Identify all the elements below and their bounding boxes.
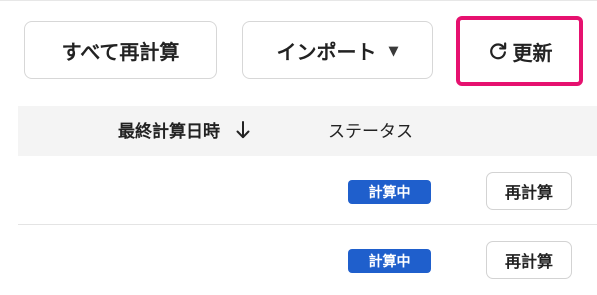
status-badge: 計算中 (348, 249, 431, 273)
recalculate-button[interactable]: 再計算 (486, 172, 572, 210)
top-divider (0, 0, 597, 1)
column-header-last-calculated-label: 最終計算日時 (118, 122, 220, 142)
recalculate-all-label: すべて再計算 (61, 39, 180, 64)
refresh-icon (489, 42, 506, 60)
caret-down-icon: ▼ (388, 43, 399, 59)
import-label: インポート (276, 39, 377, 64)
table-row: 計算中 再計算 (18, 156, 597, 225)
table-header: 最終計算日時 ステータス (18, 106, 597, 156)
import-dropdown-button[interactable]: インポート ▼ (242, 21, 433, 79)
column-header-last-calculated[interactable]: 最終計算日時 (118, 117, 250, 142)
arrow-down-icon (236, 120, 250, 138)
refresh-button[interactable]: 更新 (456, 16, 583, 86)
column-header-status: ステータス (328, 122, 413, 142)
table-row: 計算中 再計算 (18, 225, 597, 294)
refresh-label: 更新 (512, 40, 553, 65)
recalculate-button[interactable]: 再計算 (486, 241, 572, 279)
status-badge: 計算中 (348, 180, 431, 204)
recalculate-all-button[interactable]: すべて再計算 (24, 21, 217, 79)
